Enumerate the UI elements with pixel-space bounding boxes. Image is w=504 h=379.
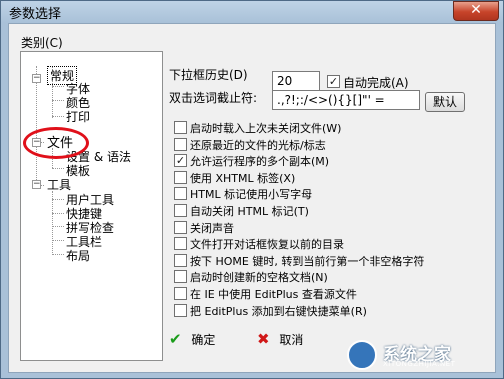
cancel-label: 取消 xyxy=(279,333,304,347)
watermark-logo-icon xyxy=(347,340,377,370)
option-checkbox[interactable] xyxy=(174,187,187,200)
auto-complete-label: 自动完成(A) xyxy=(343,76,409,90)
option-checkbox[interactable] xyxy=(174,171,187,184)
option-checkbox[interactable] xyxy=(174,221,187,234)
default-button[interactable]: 默认 xyxy=(425,92,465,112)
collapse-general-icon[interactable]: − xyxy=(32,74,41,83)
option-checkbox[interactable] xyxy=(174,138,187,151)
checkmark-icon: ✔ xyxy=(169,330,182,348)
cross-icon: ✖ xyxy=(257,330,270,348)
auto-complete-checkbox[interactable]: ✓ xyxy=(327,75,340,88)
option-checkbox[interactable] xyxy=(174,237,187,250)
dropdown-history-label: 下拉框历史(D) xyxy=(169,68,248,82)
option-checkbox[interactable] xyxy=(174,254,187,267)
option-label: 使用 XHTML 标签(X) xyxy=(190,172,296,185)
option-label: HTML 标记使用小写字母 xyxy=(190,188,313,201)
window-title: 参数选择 xyxy=(9,7,62,22)
collapse-tools-icon[interactable]: − xyxy=(32,180,41,189)
option-label: 关闭声音 xyxy=(190,222,234,235)
title-bar[interactable]: 参数选择 ✕ xyxy=(1,1,503,23)
category-label: 类别(C) xyxy=(21,36,63,50)
option-checkbox[interactable] xyxy=(174,270,187,283)
option-label: 在 IE 中使用 EditPlus 查看源文件 xyxy=(190,288,357,301)
option-label: 启动时载入上次未关闭文件(W) xyxy=(190,122,342,135)
option-label: 自动关闭 HTML 标记(T) xyxy=(190,205,309,218)
option-checkbox[interactable] xyxy=(174,204,187,217)
option-checkbox[interactable] xyxy=(174,121,187,134)
option-label: 允许运行程序的多个副本(M) xyxy=(190,155,330,168)
ok-button[interactable]: ✔ 确定 xyxy=(169,330,215,352)
option-label: 按下 HOME 键时, 转到当前行第一个非空格字符 xyxy=(190,255,425,268)
site-watermark: 系统之家 XITONGZHIJIA.NET xyxy=(347,338,497,374)
cancel-button[interactable]: ✖ 取消 xyxy=(257,330,303,352)
tree-item-layout[interactable]: 布局 xyxy=(66,247,90,264)
option-label: 文件打开对话框恢复以前的目录 xyxy=(190,238,344,251)
dropdown-history-input[interactable]: 20 xyxy=(272,71,320,91)
dialog-client-area: 类别(C) − 常规 字体 颜色 打印 − 文件 设置 & 语法 模板 − 工具… xyxy=(8,23,496,373)
preferences-dialog: 参数选择 ✕ 类别(C) − 常规 字体 颜色 打印 − 文件 设置 & 语法 … xyxy=(0,0,504,379)
option-label: 把 EditPlus 添加到右键快捷菜单(R) xyxy=(190,305,367,318)
option-checkbox[interactable]: ✓ xyxy=(174,154,187,167)
watermark-subtext: XITONGZHIJIA.NET xyxy=(383,360,456,368)
option-label: 还原最近的文件的光标/标志 xyxy=(190,139,326,152)
category-tree[interactable]: − 常规 字体 颜色 打印 − 文件 设置 & 语法 模板 − 工具 用户工具 … xyxy=(20,51,163,361)
option-label: 启动时创建新的空格文档(N) xyxy=(190,271,328,284)
red-highlight-ellipse xyxy=(23,127,89,159)
ok-label: 确定 xyxy=(191,333,216,347)
dblclick-delimiters-input[interactable]: .,?!;:/<>(){}[]"' = xyxy=(272,90,420,110)
close-button[interactable]: ✕ xyxy=(453,1,499,21)
option-checkbox[interactable] xyxy=(174,304,187,317)
dblclick-delimiters-label: 双击选词截止符: xyxy=(169,91,258,105)
option-checkbox[interactable] xyxy=(174,287,187,300)
tree-item-print[interactable]: 打印 xyxy=(66,108,90,125)
